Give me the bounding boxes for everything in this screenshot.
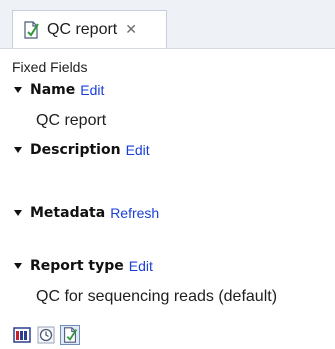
history-view-icon[interactable] — [36, 325, 56, 345]
expand-triangle-icon[interactable] — [14, 87, 22, 93]
field-label: Report type — [30, 258, 124, 274]
table-view-icon[interactable] — [12, 325, 32, 345]
expand-triangle-icon[interactable] — [14, 263, 22, 269]
fields-panel: Fixed Fields Name Edit QC report Descrip… — [0, 48, 335, 323]
edit-link[interactable]: Edit — [80, 82, 104, 98]
view-toolbar — [0, 323, 335, 349]
field-label: Description — [30, 142, 121, 158]
expand-triangle-icon[interactable] — [14, 210, 22, 216]
section-title: Fixed Fields — [12, 59, 88, 75]
close-icon[interactable]: ✕ — [125, 22, 137, 38]
tab-title: QC report — [47, 20, 118, 38]
field-report-type: Report type Edit — [14, 258, 153, 274]
field-metadata: Metadata Refresh — [14, 205, 159, 221]
report-view-icon[interactable] — [60, 325, 80, 345]
edit-link[interactable]: Edit — [129, 258, 153, 274]
expand-triangle-icon[interactable] — [14, 147, 22, 153]
report-document-icon — [21, 20, 41, 40]
report-editor: QC report ✕ Fixed Fields Name Edit QC re… — [0, 0, 335, 349]
field-name: Name Edit — [14, 82, 104, 98]
field-value: QC report — [36, 112, 107, 129]
field-label: Metadata — [30, 205, 106, 221]
tab-strip: QC report ✕ — [0, 0, 335, 49]
edit-link[interactable]: Edit — [126, 142, 150, 158]
refresh-link[interactable]: Refresh — [110, 205, 159, 221]
tab-qc-report[interactable]: QC report ✕ — [12, 10, 167, 48]
field-description: Description Edit — [14, 142, 150, 158]
field-label: Name — [30, 82, 76, 98]
field-value: QC for sequencing reads (default) — [36, 288, 278, 305]
